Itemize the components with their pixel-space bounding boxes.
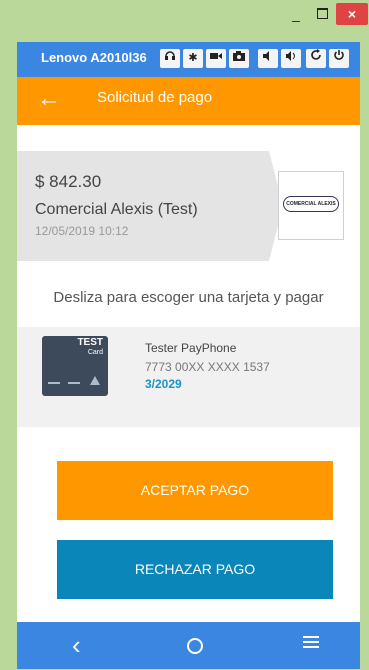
card-expiry: 3/2029	[145, 377, 182, 391]
volume-up-icon[interactable]	[281, 49, 301, 68]
merchant-name: Comercial Alexis (Test)	[35, 201, 198, 218]
maximize-icon	[316, 8, 328, 20]
card-number: 7773 00XX XXXX 1537	[145, 360, 270, 374]
card-brand-sub: Card	[87, 349, 103, 356]
rotate-icon[interactable]	[306, 49, 326, 68]
power-icon[interactable]	[329, 49, 349, 68]
card-image[interactable]: TEST Card	[42, 336, 108, 396]
app-header: ← Solicitud de pago	[17, 77, 360, 125]
payment-amount: $ 842.30	[35, 172, 102, 191]
payment-datetime: 12/05/2019 10:12	[35, 224, 129, 238]
headset-icon[interactable]	[160, 49, 180, 68]
video-icon[interactable]	[206, 49, 226, 68]
volume-down-icon[interactable]	[258, 49, 278, 68]
gear-icon[interactable]: ✱	[183, 49, 203, 68]
card-brand-title: TEST	[77, 337, 103, 348]
card-holder: Tester PayPhone	[145, 341, 237, 355]
back-arrow-icon[interactable]: ←	[37, 85, 61, 113]
nav-back-icon[interactable]: ‹	[72, 630, 81, 660]
close-button[interactable]: ×	[336, 3, 368, 25]
navigation-bar: ‹	[17, 622, 360, 669]
device-name: Lenovo A2010l36	[41, 50, 147, 65]
card-stripe-1	[48, 382, 60, 384]
merchant-logo-text: COMERCIAL ALEXIS	[283, 196, 339, 212]
swipe-hint: Desliza para escoger una tarjeta y pagar	[53, 289, 324, 306]
nav-home-icon[interactable]	[187, 638, 203, 654]
page-title: Solicitud de pago	[97, 89, 213, 106]
reject-payment-button[interactable]: RECHAZAR PAGO	[57, 540, 333, 599]
minimize-button[interactable]: _	[284, 3, 308, 25]
maximize-button[interactable]	[310, 3, 334, 25]
card-stripe-2	[68, 382, 80, 384]
camera-icon[interactable]	[229, 49, 249, 68]
card-brand: TEST Card	[77, 338, 103, 357]
merchant-logo: COMERCIAL ALEXIS	[278, 171, 344, 240]
card-triangle-icon	[90, 376, 100, 385]
accept-payment-button[interactable]: ACEPTAR PAGO	[57, 461, 333, 520]
window-titlebar: _ ×	[0, 0, 369, 30]
nav-menu-icon[interactable]	[303, 633, 319, 651]
device-toolbar: Lenovo A2010l36 ✱	[17, 42, 360, 77]
